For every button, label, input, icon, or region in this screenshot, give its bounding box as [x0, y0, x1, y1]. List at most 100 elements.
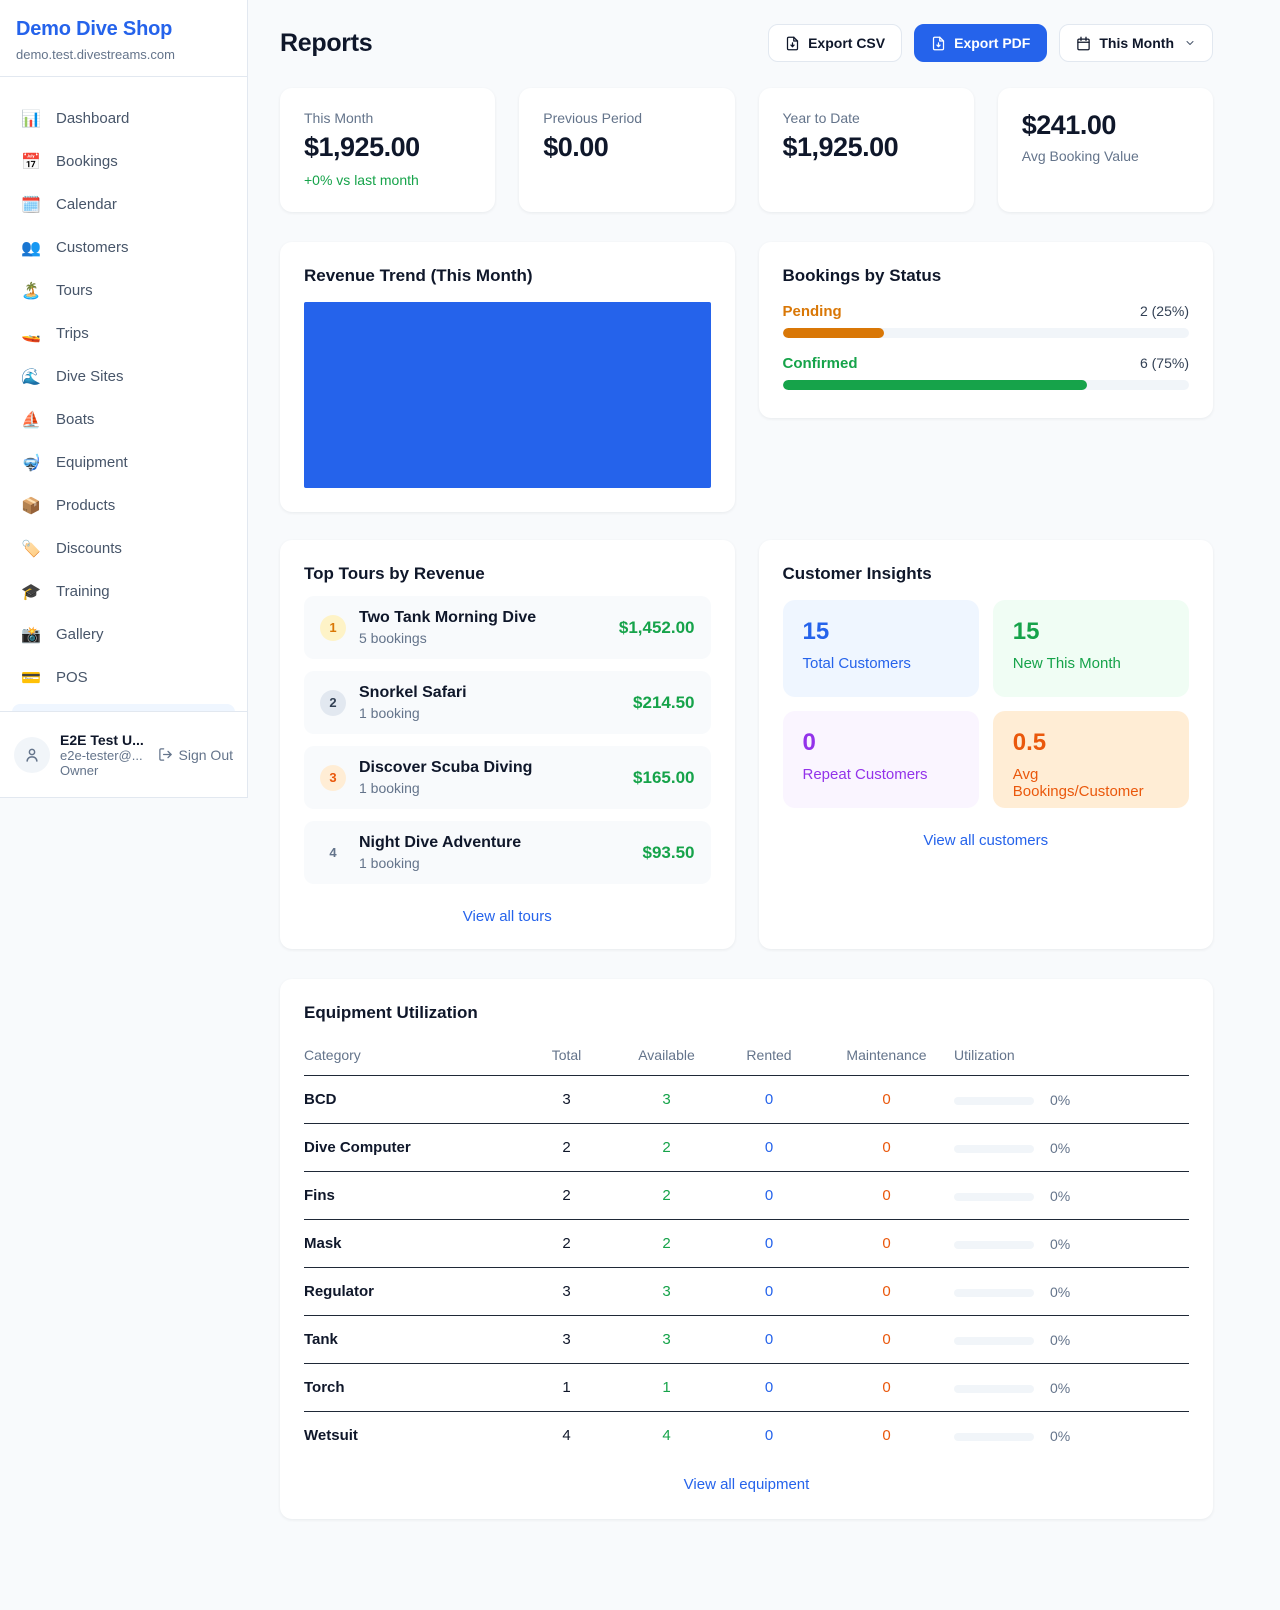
stat-label: Avg Booking Value: [1022, 148, 1189, 164]
period-label: This Month: [1099, 35, 1174, 51]
insight-label: Avg Bookings/Customer: [1013, 766, 1169, 800]
sidebar-item-pos[interactable]: 💳POS: [10, 656, 237, 699]
insight-tile-new-this-month: 15 New This Month: [993, 600, 1189, 697]
equipment-maintenance: 0: [819, 1076, 954, 1124]
utilization-bar: [954, 1097, 1034, 1105]
tour-revenue: $165.00: [633, 768, 694, 788]
tour-bookings: 5 bookings: [359, 630, 536, 646]
utilization-percent: 0%: [1050, 1236, 1070, 1252]
tour-revenue: $214.50: [633, 693, 694, 713]
tour-rank-badge: 4: [320, 840, 346, 866]
credit-card-icon: 💳: [20, 668, 42, 688]
status-bar-fill: [783, 380, 1088, 390]
tour-info: Snorkel Safari1 booking: [359, 684, 467, 721]
sidebar-item-customers[interactable]: 👥Customers: [10, 226, 237, 269]
insight-label: New This Month: [1013, 655, 1169, 672]
tour-info: Night Dive Adventure1 booking: [359, 834, 521, 871]
status-row-pending: Pending2 (25%): [783, 303, 1190, 338]
sidebar-item-bookings[interactable]: 📅Bookings: [10, 140, 237, 183]
status-value: 6 (75%): [1140, 355, 1189, 371]
stat-card-previous-period: Previous Period $0.00: [519, 88, 734, 212]
tour-revenue: $1,452.00: [619, 618, 695, 638]
equipment-rented: 0: [719, 1124, 819, 1172]
sidebar-item-discounts[interactable]: 🏷️Discounts: [10, 527, 237, 570]
view-all-customers-link[interactable]: View all customers: [783, 832, 1190, 849]
equipment-maintenance: 0: [819, 1412, 954, 1453]
bookings-by-status-title: Bookings by Status: [783, 266, 1190, 286]
utilization-bar: [954, 1241, 1034, 1249]
export-pdf-button[interactable]: Export PDF: [914, 24, 1047, 62]
sailboat-icon: ⛵: [20, 410, 42, 430]
sidebar-item-calendar[interactable]: 🗓️Calendar: [10, 183, 237, 226]
insight-label: Repeat Customers: [803, 766, 959, 783]
diving-mask-icon: 🤿: [20, 453, 42, 473]
equipment-available: 3: [614, 1076, 719, 1124]
sidebar-item-label: Training: [56, 583, 110, 600]
view-all-equipment-link[interactable]: View all equipment: [304, 1476, 1189, 1493]
tour-rank-badge: 1: [320, 615, 346, 641]
stat-card-this-month: This Month $1,925.00 +0% vs last month: [280, 88, 495, 212]
view-all-tours-link[interactable]: View all tours: [304, 908, 711, 925]
tour-row[interactable]: 4 Night Dive Adventure1 booking $93.50: [304, 821, 711, 884]
utilization-bar: [954, 1433, 1034, 1441]
equipment-utilization: 0%: [954, 1268, 1189, 1316]
utilization-bar: [954, 1145, 1034, 1153]
sidebar-item-equipment[interactable]: 🤿 Equipment: [10, 441, 237, 484]
bookings-by-status-card: Bookings by Status Pending2 (25%) Confirm…: [759, 242, 1214, 418]
sidebar-item-training[interactable]: 🎓Training: [10, 570, 237, 613]
tour-revenue: $93.50: [643, 843, 695, 863]
tour-row[interactable]: 3Discover Scuba Diving1 booking$165.00: [304, 746, 711, 809]
shop-domain: demo.test.divestreams.com: [16, 47, 231, 62]
equipment-rented: 0: [719, 1316, 819, 1364]
export-csv-button[interactable]: Export CSV: [768, 24, 902, 62]
equipment-maintenance: 0: [819, 1220, 954, 1268]
sidebar-item-label: Gallery: [56, 626, 104, 643]
tour-name: Two Tank Morning Dive: [359, 609, 536, 627]
sidebar-item-label: Dashboard: [56, 110, 129, 127]
sidebar-item-boats[interactable]: ⛵Boats: [10, 398, 237, 441]
bar-chart-icon: 📊: [20, 109, 42, 129]
equipment-maintenance: 0: [819, 1172, 954, 1220]
equipment-available: 3: [614, 1316, 719, 1364]
equipment-utilization: 0%: [954, 1364, 1189, 1412]
sidebar-nav: 📊Dashboard📅Bookings🗓️Calendar👥Customers🏝…: [0, 77, 247, 711]
shop-name: Demo Dive Shop: [16, 18, 231, 41]
equipment-total: 3: [519, 1076, 614, 1124]
utilization-bar: [954, 1193, 1034, 1201]
revenue-trend-card: Revenue Trend (This Month): [280, 242, 735, 512]
stat-value: $0.00: [543, 132, 710, 163]
sidebar-item-dashboard[interactable]: 📊 Dashboard: [10, 97, 237, 140]
sidebar-item-label: Equipment: [56, 454, 128, 471]
tour-row[interactable]: 2Snorkel Safari1 booking$214.50: [304, 671, 711, 734]
period-select[interactable]: This Month: [1059, 24, 1213, 62]
status-label: Pending: [783, 303, 842, 320]
insight-label: Total Customers: [803, 655, 959, 672]
island-icon: 🏝️: [20, 281, 42, 301]
sidebar-item-gallery[interactable]: 📸Gallery: [10, 613, 237, 656]
sign-out-button[interactable]: Sign Out: [158, 747, 233, 763]
table-row: Wetsuit44000%: [304, 1412, 1189, 1453]
stat-label: This Month: [304, 110, 471, 126]
equipment-category: Mask: [304, 1220, 519, 1268]
sidebar-item-dive-sites[interactable]: 🌊Dive Sites: [10, 355, 237, 398]
sidebar-item-trips[interactable]: 🚤Trips: [10, 312, 237, 355]
calendar-icon: [1076, 36, 1091, 51]
stat-value: $1,925.00: [783, 132, 950, 163]
sidebar-item-products[interactable]: 📦Products: [10, 484, 237, 527]
user-email: e2e-tester@...: [60, 748, 144, 763]
top-tours-title: Top Tours by Revenue: [304, 564, 711, 584]
sidebar: Demo Dive Shop demo.test.divestreams.com…: [0, 0, 248, 798]
sidebar-user-footer: E2E Test U... e2e-tester@... Owner Sign …: [0, 711, 247, 797]
sidebar-item-tours[interactable]: 🏝️Tours: [10, 269, 237, 312]
tour-row[interactable]: 1 Two Tank Morning Dive 5 bookings $1,452.0…: [304, 596, 711, 659]
equipment-maintenance: 0: [819, 1124, 954, 1172]
utilization-bar: [954, 1385, 1034, 1393]
equipment-category: Wetsuit: [304, 1412, 519, 1453]
sidebar-active-item-partial[interactable]: [12, 704, 235, 711]
status-label: Confirmed: [783, 355, 858, 372]
equipment-rented: 0: [719, 1172, 819, 1220]
stat-card-year-to-date: Year to Date $1,925.00: [759, 88, 974, 212]
status-bar-fill: [783, 328, 885, 338]
insight-value: 0.5: [1013, 729, 1169, 757]
equipment-total: 3: [519, 1268, 614, 1316]
